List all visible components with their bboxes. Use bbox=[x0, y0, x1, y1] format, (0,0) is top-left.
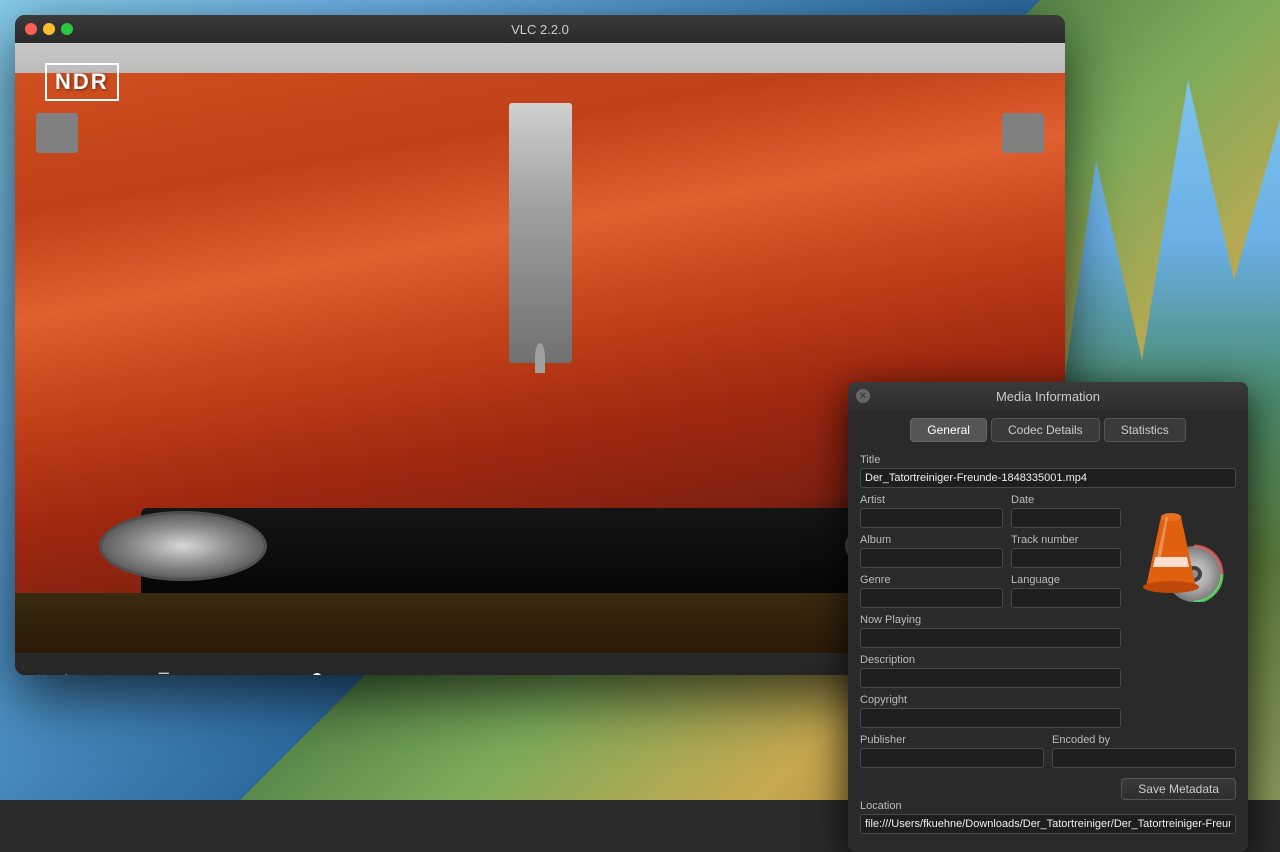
window-controls bbox=[25, 23, 73, 35]
dialog-close-button[interactable]: ✕ bbox=[856, 389, 870, 403]
publisher-field-group: Publisher bbox=[860, 734, 1044, 768]
genre-language-row: Genre Language bbox=[860, 574, 1121, 614]
save-metadata-button[interactable]: Save Metadata bbox=[1121, 778, 1236, 800]
encoded-by-label: Encoded by bbox=[1052, 734, 1236, 746]
track-number-input[interactable] bbox=[1011, 548, 1121, 568]
genre-label: Genre bbox=[860, 574, 1003, 586]
hood-ornament bbox=[535, 343, 546, 373]
publisher-label: Publisher bbox=[860, 734, 1044, 746]
genre-input[interactable] bbox=[860, 588, 1003, 608]
fast-forward-button[interactable]: ⏭ bbox=[90, 666, 115, 676]
track-number-label: Track number bbox=[1011, 534, 1121, 546]
vlc-icon-area bbox=[1126, 502, 1226, 602]
vlc-titlebar: VLC 2.2.0 bbox=[15, 15, 1065, 43]
date-label: Date bbox=[1011, 494, 1121, 506]
stop-button[interactable]: ■ bbox=[123, 666, 143, 675]
language-field-group: Language bbox=[1011, 574, 1121, 608]
artist-date-row: Artist Date bbox=[860, 494, 1121, 534]
dialog-content: Title Artist Date bbox=[848, 446, 1248, 852]
publisher-encoded-row: Publisher Encoded by bbox=[860, 734, 1236, 774]
left-headlight bbox=[99, 511, 267, 581]
date-field-group: Date bbox=[1011, 494, 1121, 528]
tab-codec-details[interactable]: Codec Details bbox=[991, 418, 1100, 442]
album-track-row: Album Track number bbox=[860, 534, 1121, 574]
language-input[interactable] bbox=[1011, 588, 1121, 608]
location-field-group: Location bbox=[860, 800, 1236, 834]
description-input[interactable] bbox=[860, 668, 1121, 688]
encoded-by-input[interactable] bbox=[1052, 748, 1236, 768]
close-button[interactable] bbox=[25, 23, 37, 35]
now-playing-input[interactable] bbox=[860, 628, 1121, 648]
rewind-button[interactable]: ⏮ bbox=[27, 666, 52, 676]
album-input[interactable] bbox=[860, 548, 1003, 568]
location-label: Location bbox=[860, 800, 1236, 812]
title-field-group: Title bbox=[860, 454, 1236, 488]
dialog-main-body: Artist Date Album Track number bbox=[860, 494, 1236, 728]
artist-input[interactable] bbox=[860, 508, 1003, 528]
now-playing-field-group: Now Playing bbox=[860, 614, 1121, 648]
ndr-logo: NDR bbox=[45, 63, 119, 101]
title-input[interactable] bbox=[860, 468, 1236, 488]
maximize-button[interactable] bbox=[61, 23, 73, 35]
date-input[interactable] bbox=[1011, 508, 1121, 528]
media-info-dialog: ✕ Media Information General Codec Detail… bbox=[848, 382, 1248, 852]
now-playing-label: Now Playing bbox=[860, 614, 1121, 626]
language-label: Language bbox=[1011, 574, 1121, 586]
dialog-title: Media Information bbox=[996, 389, 1100, 404]
copyright-input[interactable] bbox=[860, 708, 1121, 728]
minimize-button[interactable] bbox=[43, 23, 55, 35]
description-field-group: Description bbox=[860, 654, 1121, 688]
vlc-icon bbox=[1126, 502, 1226, 602]
copyright-label: Copyright bbox=[860, 694, 1121, 706]
progress-knob[interactable] bbox=[312, 673, 322, 675]
dialog-tabs: General Codec Details Statistics bbox=[848, 410, 1248, 446]
play-button[interactable]: ▶ bbox=[60, 666, 83, 676]
artist-field-group: Artist bbox=[860, 494, 1003, 528]
publisher-input[interactable] bbox=[860, 748, 1044, 768]
save-btn-container: Save Metadata bbox=[860, 778, 1236, 800]
vlc-window-title: VLC 2.2.0 bbox=[511, 22, 569, 37]
artist-label: Artist bbox=[860, 494, 1003, 506]
playlist-button[interactable]: ☰ bbox=[151, 666, 176, 676]
right-mirror bbox=[1002, 113, 1044, 153]
title-label: Title bbox=[860, 454, 1236, 466]
genre-field-group: Genre bbox=[860, 574, 1003, 608]
tab-general[interactable]: General bbox=[910, 418, 987, 442]
tab-statistics[interactable]: Statistics bbox=[1104, 418, 1186, 442]
copyright-field-group: Copyright bbox=[860, 694, 1121, 728]
album-label: Album bbox=[860, 534, 1003, 546]
description-label: Description bbox=[860, 654, 1121, 666]
encoded-by-field-group: Encoded by bbox=[1052, 734, 1236, 768]
album-field-group: Album bbox=[860, 534, 1003, 568]
car-chrome-stripe bbox=[509, 103, 572, 363]
left-mirror bbox=[36, 113, 78, 153]
dialog-titlebar: ✕ Media Information bbox=[848, 382, 1248, 410]
location-input[interactable] bbox=[860, 814, 1236, 834]
track-number-field-group: Track number bbox=[1011, 534, 1121, 568]
